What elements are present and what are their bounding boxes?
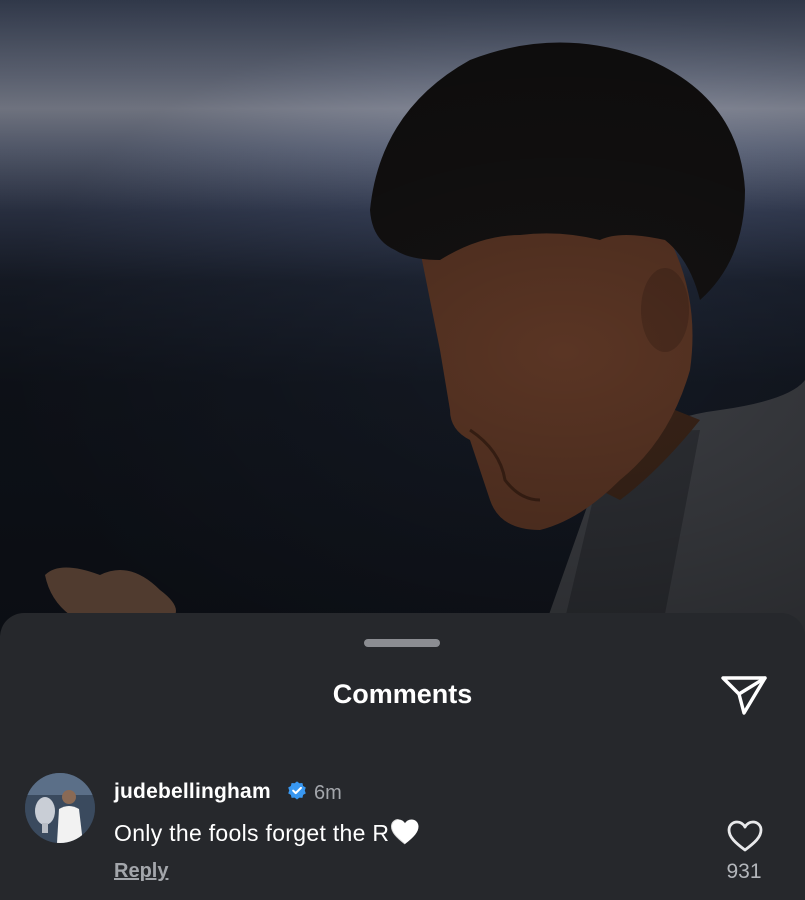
comments-sheet: Comments judebellingham 6m Only the fool…: [0, 613, 805, 900]
comment-timestamp: 6m: [314, 782, 342, 804]
reply-button[interactable]: Reply: [114, 860, 168, 883]
like-count: 931: [726, 860, 762, 883]
comments-title: Comments: [332, 679, 473, 709]
drag-handle[interactable]: [364, 639, 440, 647]
white-heart-emoji-icon: [391, 819, 419, 845]
avatar-image: [25, 773, 95, 843]
comment-username[interactable]: judebellingham: [114, 780, 271, 804]
paper-plane-icon: [721, 676, 767, 715]
comment-text-body: Only the fools forget the R: [114, 820, 390, 846]
heart-outline-icon: [727, 820, 763, 852]
post-photo: [0, 0, 805, 640]
comment-text: Only the fools forget the R: [114, 818, 420, 847]
avatar[interactable]: [25, 773, 95, 843]
share-button[interactable]: [718, 671, 770, 719]
verified-badge-icon: [288, 781, 306, 800]
like-button[interactable]: [724, 816, 766, 856]
comment-item: judebellingham 6m Only the fools forget …: [0, 770, 805, 900]
